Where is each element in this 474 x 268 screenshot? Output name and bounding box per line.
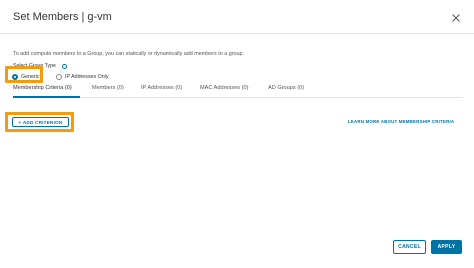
radio-button-ip-addresses-only[interactable] bbox=[56, 73, 62, 80]
highlight-group-type bbox=[5, 66, 43, 83]
tab-mac-addresses[interactable]: MAC Addresses (0) bbox=[200, 85, 249, 91]
info-icon[interactable] bbox=[62, 64, 67, 69]
tab-membership-criteria[interactable]: Membership Criteria (0) bbox=[13, 85, 72, 91]
close-icon[interactable] bbox=[451, 13, 461, 23]
tabs-divider bbox=[13, 97, 463, 98]
dialog-description: To add compute members to a Group, you c… bbox=[13, 51, 245, 57]
cancel-button[interactable]: CANCEL bbox=[393, 240, 426, 254]
set-members-dialog: Set Members | g-vm To add compute member… bbox=[0, 0, 474, 268]
tab-ip-addresses[interactable]: IP Addresses (0) bbox=[141, 85, 182, 91]
radio-ip-addresses-only[interactable]: IP Addresses Only bbox=[56, 72, 108, 81]
radio-label-ip-addresses-only: IP Addresses Only bbox=[65, 73, 109, 80]
learn-more-link[interactable]: LEARN MORE ABOUT MEMBERSHIP CRITERIA bbox=[348, 119, 454, 124]
apply-button[interactable]: APPLY bbox=[431, 240, 462, 254]
tab-ad-groups[interactable]: AD Groups (0) bbox=[268, 85, 304, 91]
add-criterion-button[interactable]: + ADD CRITERION bbox=[12, 117, 69, 127]
header-divider bbox=[0, 33, 474, 34]
dialog-title: Set Members | g-vm bbox=[13, 11, 112, 23]
tab-members[interactable]: Members (0) bbox=[92, 85, 124, 91]
active-tab-indicator bbox=[13, 96, 80, 98]
